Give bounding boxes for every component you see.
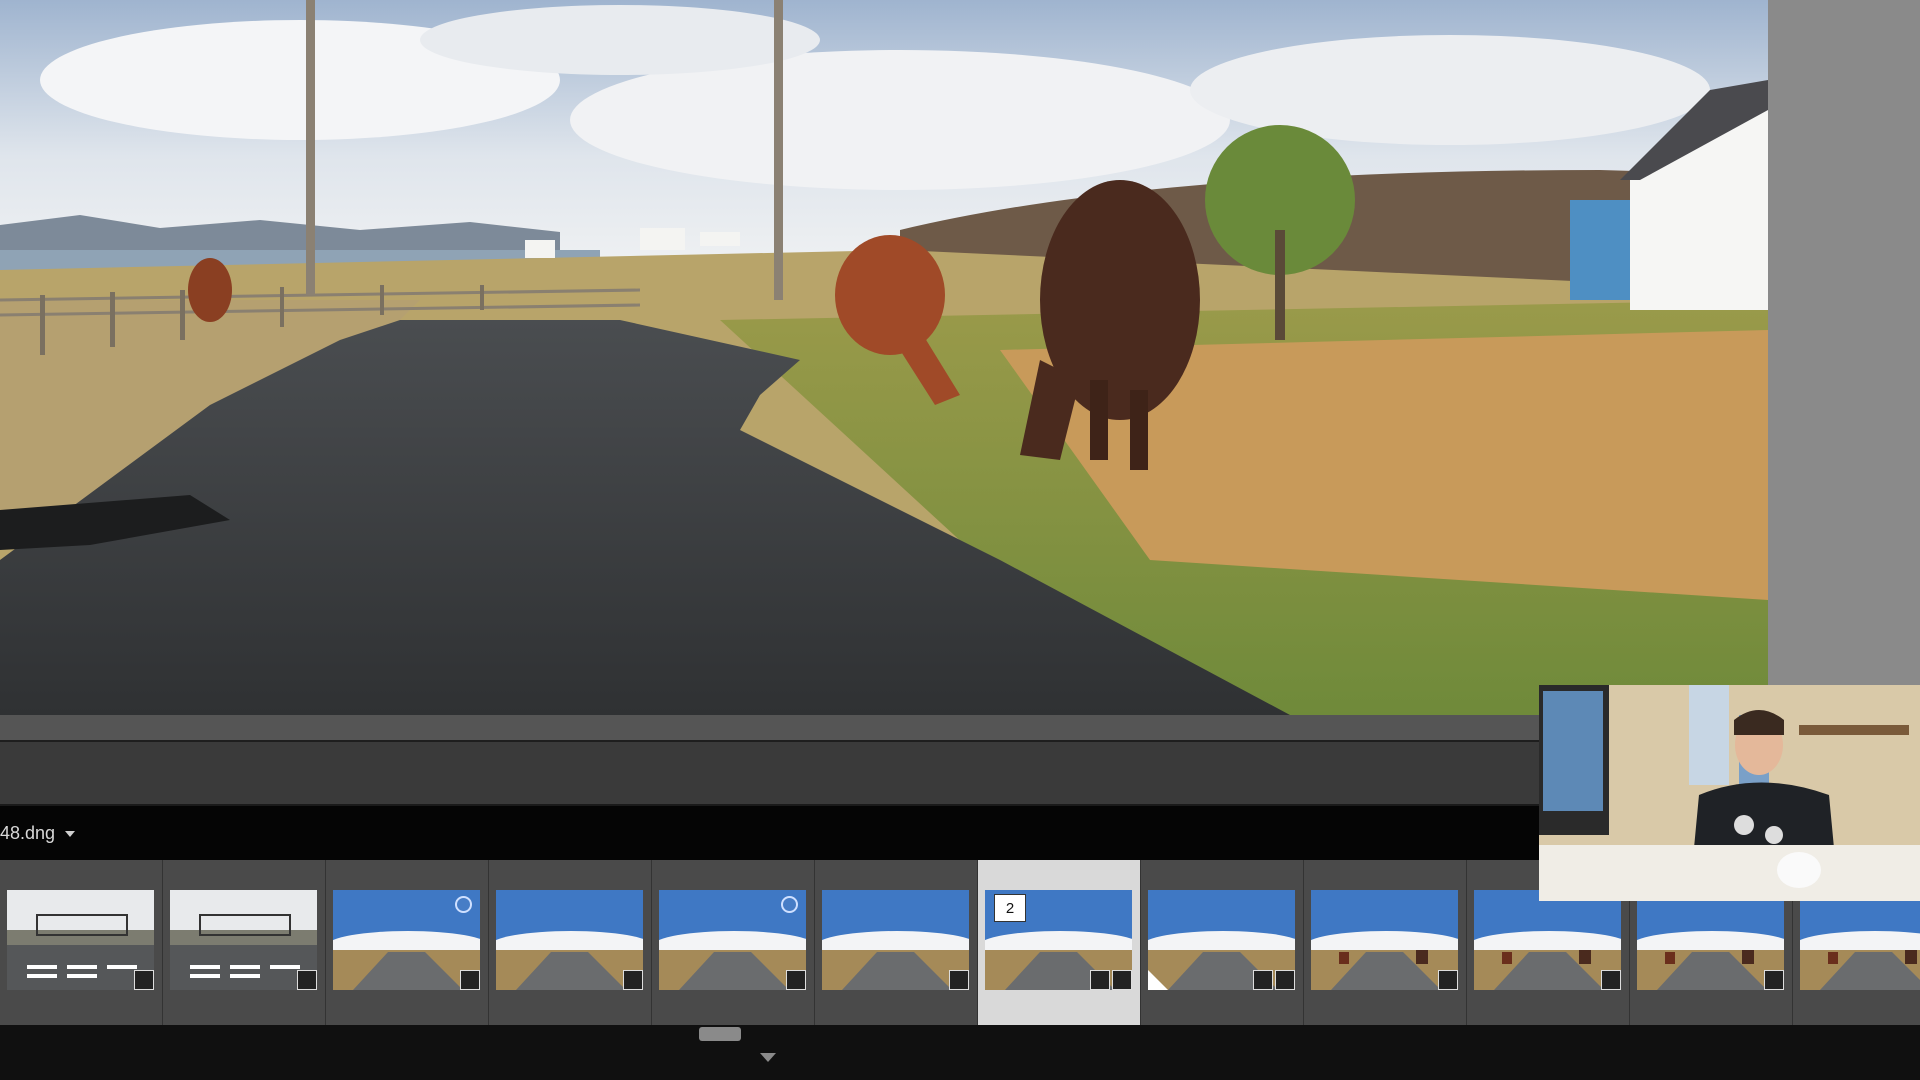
filmstrip-thumbnail[interactable] [0,860,163,1025]
crop-icon[interactable] [1253,970,1273,990]
develop-icon[interactable] [786,970,806,990]
thumbnail-frame [1148,890,1295,990]
thumbnail-frame [1474,890,1621,990]
thumbnail-frame [659,890,806,990]
filmstrip-scrollbar-area [0,1025,1920,1080]
filmstrip-thumbnail[interactable] [163,860,326,1025]
thumbnail-frame [7,890,154,990]
webcam-image [1539,685,1920,901]
develop-icon[interactable] [460,970,480,990]
develop-icon[interactable] [1112,970,1132,990]
crop-icon[interactable] [1090,970,1110,990]
filename-dropdown[interactable]: 48.dng [0,806,76,860]
develop-icon[interactable] [949,970,969,990]
chevron-down-icon [65,831,76,837]
photo-image [0,0,1768,715]
thumbnail-image [1311,890,1458,990]
thumbnail-image [1800,890,1920,990]
thumbnail-frame [333,890,480,990]
collapse-panel-icon[interactable] [760,1053,776,1062]
thumbnail-image [7,890,154,990]
thumbnail-frame [1800,890,1920,990]
circle-marker-icon[interactable] [781,896,798,913]
right-panel-gutter [1768,0,1920,715]
thumbnail-image [822,890,969,990]
thumbnail-frame [1637,890,1784,990]
develop-icon[interactable] [134,970,154,990]
filmstrip-thumbnail[interactable]: 2 [978,860,1141,1025]
develop-icon[interactable] [297,970,317,990]
filmstrip-thumbnail[interactable] [1141,860,1304,1025]
webcam-overlay [1539,685,1920,901]
thumbnail-frame [1311,890,1458,990]
filmstrip-thumbnail[interactable] [489,860,652,1025]
thumbnail-image [496,890,643,990]
develop-icon[interactable] [1764,970,1784,990]
filmstrip-thumbnail[interactable] [815,860,978,1025]
develop-icon[interactable] [1438,970,1458,990]
filename-label: 48.dng [0,822,56,843]
thumbnail-image [1474,890,1621,990]
thumbnail-frame [822,890,969,990]
thumbnail-frame [496,890,643,990]
circle-marker-icon[interactable] [455,896,472,913]
filmstrip-thumbnail[interactable] [326,860,489,1025]
flag-corner-icon [1148,970,1168,990]
filmstrip-scrollbar-thumb[interactable] [699,1027,741,1041]
thumbnail-image [1637,890,1784,990]
main-photo-preview[interactable] [0,0,1768,715]
stack-count-badge[interactable]: 2 [994,894,1026,922]
develop-icon[interactable] [1275,970,1295,990]
filmstrip-thumbnail[interactable] [652,860,815,1025]
thumbnail-frame [170,890,317,990]
thumbnail-image [170,890,317,990]
develop-icon[interactable] [623,970,643,990]
develop-icon[interactable] [1601,970,1621,990]
filmstrip-thumbnail[interactable] [1304,860,1467,1025]
